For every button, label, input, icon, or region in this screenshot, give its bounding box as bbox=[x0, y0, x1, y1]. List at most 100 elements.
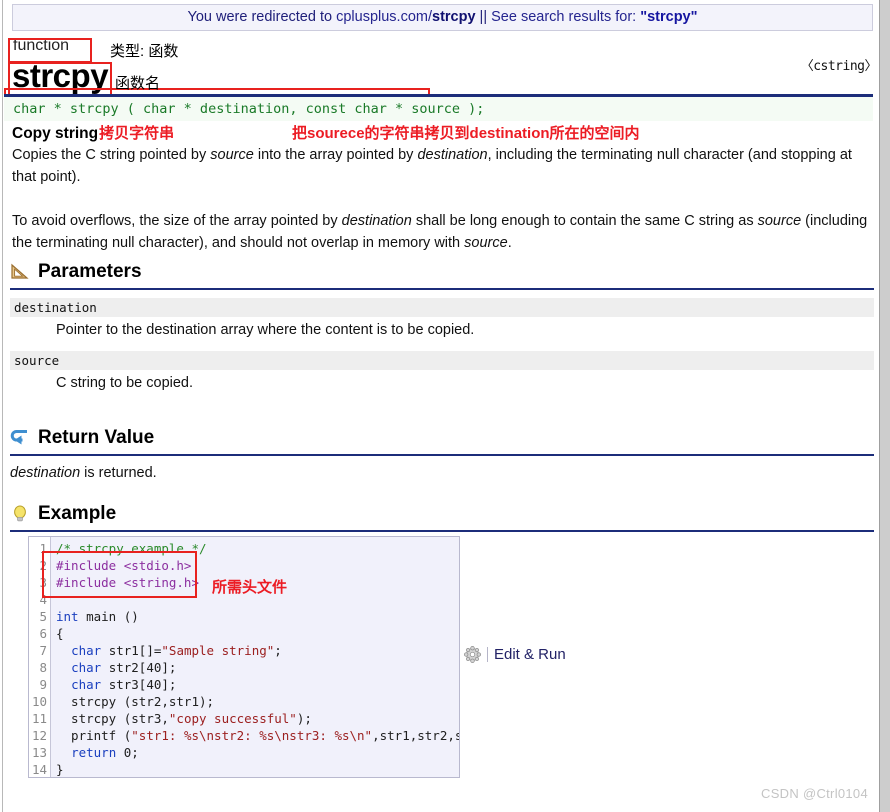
code-line-number: 3 bbox=[39, 575, 47, 590]
code-token: "copy successful" bbox=[168, 711, 297, 726]
description-title: Copy string bbox=[12, 125, 99, 142]
edit-run-divider bbox=[487, 647, 488, 662]
code-token: #include <stdio.h> bbox=[56, 558, 192, 573]
code-token: printf ( bbox=[56, 728, 132, 743]
code-token: main () bbox=[78, 609, 139, 624]
code-line: { bbox=[56, 625, 459, 642]
parameters-heading: Parameters bbox=[38, 261, 142, 282]
code-token: ; bbox=[274, 643, 282, 658]
code-line-number: 13 bbox=[31, 745, 47, 760]
code-line: printf ("str1: %s\nstr2: %s\nstr3: %s\n"… bbox=[56, 727, 459, 744]
parameter-desc-source: C string to be copied. bbox=[56, 375, 194, 391]
code-line: char str3[40]; bbox=[56, 676, 459, 693]
code-token: "str1: %s\nstr2: %s\nstr3: %s\n" bbox=[131, 728, 373, 743]
code-token: strcpy (str2,str1); bbox=[56, 694, 215, 709]
desc-p2-d: . bbox=[507, 235, 512, 251]
code-content[interactable]: /* strcpy example */ #include <stdio.h> #i… bbox=[51, 537, 459, 777]
code-token: char bbox=[71, 677, 102, 692]
ruler-triangle-icon bbox=[10, 262, 30, 282]
search-query[interactable]: "strcpy" bbox=[640, 9, 697, 25]
edit-run-label[interactable]: Edit & Run bbox=[494, 646, 566, 663]
code-token: str3[40]; bbox=[101, 677, 177, 692]
code-token: /* strcpy example */ bbox=[56, 541, 207, 556]
code-token: } bbox=[56, 762, 64, 777]
code-line-number: 12 bbox=[31, 728, 47, 743]
code-token: strcpy (str3, bbox=[56, 711, 169, 726]
return-value-section: Return Value destination is returned. bbox=[10, 424, 874, 484]
code-token: str1[]= bbox=[101, 643, 162, 658]
code-token: "Sample string" bbox=[161, 643, 275, 658]
description-block: Copy string拷贝字符串 把sourece的字符串拷贝到destinat… bbox=[12, 122, 874, 254]
parameter-name-source: source bbox=[10, 351, 874, 370]
description-paragraph-1: Copies the C string pointed by source in… bbox=[12, 144, 874, 188]
code-token: #include <string.h> bbox=[56, 575, 199, 590]
parameter-item: destination Pointer to the destination a… bbox=[10, 298, 874, 347]
code-line-number: 2 bbox=[39, 558, 47, 573]
code-token: char bbox=[71, 660, 102, 675]
annotation-includes-cn: 所需头文件 bbox=[212, 579, 288, 596]
code-line: char str2[40]; bbox=[56, 659, 459, 676]
code-line: char str1[]="Sample string"; bbox=[56, 642, 459, 659]
return-value-heading-row: Return Value bbox=[10, 424, 874, 456]
code-line-numbers: 1 2 3 4 5 6 7 8 9 10 11 12 13 14 bbox=[29, 537, 51, 777]
return-value-rest: is returned. bbox=[80, 465, 157, 481]
desc-p2-em-source-2: source bbox=[464, 235, 508, 251]
watermark: CSDN @Ctrl0104 bbox=[761, 786, 868, 801]
page-left-border bbox=[0, 0, 3, 812]
parameter-name-destination: destination bbox=[10, 298, 874, 317]
annotation-function-kind-cn: 类型: 函数 bbox=[110, 43, 179, 60]
code-line-number: 9 bbox=[39, 677, 47, 692]
return-arrow-icon bbox=[10, 428, 30, 448]
include-header-label: 〈cstring〉 bbox=[800, 59, 878, 74]
example-code-block[interactable]: 1 2 3 4 5 6 7 8 9 10 11 12 13 14 /* strcpy example */… bbox=[28, 536, 460, 778]
return-value-text: destination is returned. bbox=[10, 456, 874, 484]
parameters-section: Parameters destination Pointer to the de… bbox=[10, 258, 874, 400]
code-line: return 0; bbox=[56, 744, 459, 761]
desc-p2-em-source-1: source bbox=[757, 213, 802, 229]
edit-and-run-link[interactable]: Edit & Run bbox=[463, 645, 566, 664]
return-value-heading: Return Value bbox=[38, 427, 155, 448]
code-line-number: 8 bbox=[39, 660, 47, 675]
parameter-desc-destination: Pointer to the destination array where t… bbox=[56, 322, 475, 338]
code-line: /* strcpy example */ bbox=[56, 540, 459, 557]
desc-p2-b: shall be long enough to contain the same… bbox=[411, 213, 758, 229]
desc-p2-em-destination: destination bbox=[341, 213, 412, 229]
code-line-number: 5 bbox=[39, 609, 47, 624]
desc-p1-em-destination: destination bbox=[417, 147, 488, 163]
code-line: strcpy (str3,"copy successful"); bbox=[56, 710, 459, 727]
lightbulb-icon bbox=[10, 504, 30, 524]
page-right-border bbox=[879, 0, 890, 812]
code-line: } bbox=[56, 761, 459, 777]
desc-p1-a: Copies the C string pointed by bbox=[12, 147, 211, 163]
redirect-site-link[interactable]: cplusplus.com/ bbox=[336, 9, 432, 25]
desc-p1-em-source: source bbox=[210, 147, 254, 163]
redirect-separator: || bbox=[475, 9, 492, 25]
search-results-link[interactable]: See search results for: bbox=[491, 9, 640, 25]
code-token: char bbox=[71, 643, 102, 658]
page-root: You were redirected to cplusplus.com/str… bbox=[0, 0, 890, 812]
example-heading-row: Example bbox=[10, 500, 874, 532]
code-line: strcpy (str2,str1); bbox=[56, 693, 459, 710]
code-token: int bbox=[56, 609, 79, 624]
code-token: return bbox=[71, 745, 117, 760]
annotation-copy-detail-cn: 把sourece的字符串拷贝到destination所在的空间内 bbox=[292, 125, 640, 142]
code-line-number: 4 bbox=[39, 592, 47, 607]
code-line-number: 6 bbox=[39, 626, 47, 641]
code-line-number: 10 bbox=[31, 694, 47, 709]
annotation-copy-string-cn: 拷贝字符串 bbox=[99, 125, 175, 142]
desc-p2-a: To avoid overflows, the size of the arra… bbox=[12, 213, 342, 229]
annotation-function-name-cn: 函数名 bbox=[115, 75, 161, 92]
parameter-item: source C string to be copied. bbox=[10, 351, 874, 400]
redirect-prefix: You were redirected to bbox=[187, 9, 337, 25]
redirect-banner: You were redirected to cplusplus.com/str… bbox=[12, 4, 873, 31]
code-line-number: 7 bbox=[39, 643, 47, 658]
redirect-site-bold[interactable]: strcpy bbox=[432, 9, 476, 25]
code-line-number: 14 bbox=[31, 762, 47, 777]
example-section: Example bbox=[10, 500, 874, 532]
code-line-number: 11 bbox=[31, 711, 47, 726]
parameters-heading-row: Parameters bbox=[10, 258, 874, 290]
